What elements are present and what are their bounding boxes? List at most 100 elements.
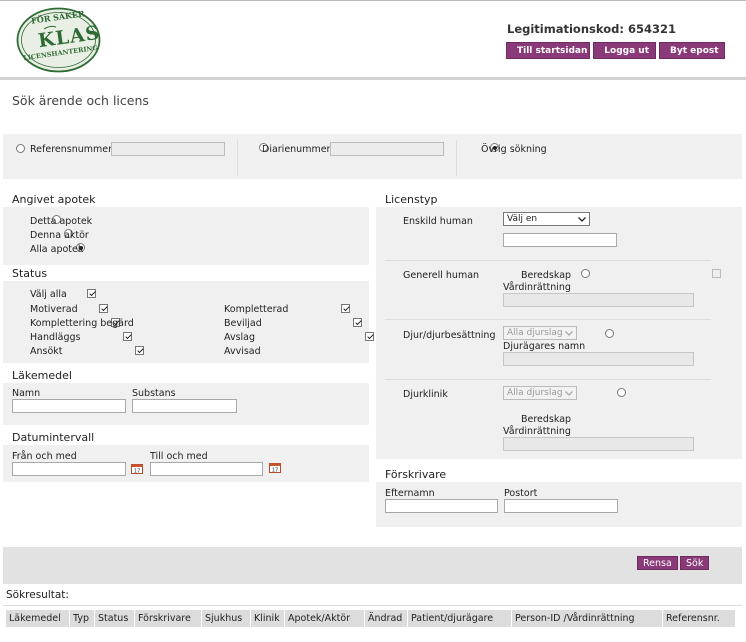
beredskap-label: Beredskap xyxy=(521,270,572,281)
divider xyxy=(237,140,238,176)
status-label: Beviljad xyxy=(224,318,262,329)
column-header[interactable]: Läkemedel xyxy=(6,610,70,627)
namn-input[interactable] xyxy=(12,399,126,413)
namn-label: Namn xyxy=(12,388,41,399)
apotek-section-title: Angivet apotek xyxy=(12,193,96,206)
beredskap-label: Beredskap xyxy=(521,414,572,425)
status-label: Ansökt xyxy=(30,346,63,357)
home-button-label: Till startsidan xyxy=(517,45,588,56)
svg-text:17: 17 xyxy=(134,469,140,475)
vardinrattning-input-djurklinik[interactable] xyxy=(503,437,694,451)
column-header[interactable]: Klinik xyxy=(251,610,285,627)
search-type-panel xyxy=(3,134,742,179)
to-date-label: Till och med xyxy=(150,451,208,462)
column-header[interactable]: Patient/djurägare xyxy=(408,610,512,627)
column-header[interactable]: Sjukhus xyxy=(202,610,251,627)
page-title: Sök ärende och licens xyxy=(12,93,149,108)
diarienummer-label: Diarienummer xyxy=(262,144,331,155)
checkbox-handlaggs[interactable] xyxy=(123,332,133,341)
sok-button[interactable]: Sök xyxy=(680,556,710,570)
enskild-select-value: Välj en xyxy=(507,214,538,224)
radio-djurklinik[interactable] xyxy=(616,388,626,397)
chevron-down-icon xyxy=(565,390,573,396)
divider xyxy=(3,605,742,606)
home-button[interactable]: Till startsidan xyxy=(506,42,590,59)
column-header[interactable]: Apotek/Aktör xyxy=(285,610,365,627)
status-section-title: Status xyxy=(12,267,48,280)
column-header[interactable]: Status xyxy=(95,610,135,627)
svg-text:17: 17 xyxy=(272,468,278,474)
djurslag-select[interactable]: Alla djurslag xyxy=(503,326,577,340)
djuragares-namn-input[interactable] xyxy=(503,352,694,366)
from-date-input[interactable] xyxy=(12,462,126,476)
enskild-text-input[interactable] xyxy=(503,233,617,247)
enskild-human-label: Enskild human xyxy=(403,216,473,227)
vardinrattning-label: Vårdinrättning xyxy=(503,282,571,293)
chevron-down-icon xyxy=(578,216,586,222)
legitimation-code: Legitimationskod: 654321 xyxy=(507,22,676,36)
checkbox-beviljad[interactable] xyxy=(353,318,363,327)
denna-aktor-label: Denna aktör xyxy=(30,230,89,241)
status-label: Avvisad xyxy=(224,346,261,357)
djur-label: Djur/djurbesättning xyxy=(403,330,496,341)
status-label: Komplettering begärd xyxy=(30,318,134,329)
column-header[interactable]: Referensnr. xyxy=(663,610,736,627)
radio-djur-djurbesattning[interactable] xyxy=(604,329,614,338)
efternamn-label: Efternamn xyxy=(385,488,435,499)
status-label: Motiverad xyxy=(30,304,78,315)
checkbox-motiverad[interactable] xyxy=(99,304,109,313)
djurslag-select-value: Alla djurslag xyxy=(507,328,563,338)
vardinrattning-label: Vårdinrättning xyxy=(503,426,571,437)
calendar-icon[interactable]: 17 xyxy=(131,463,143,474)
divider xyxy=(385,379,711,380)
djurklinik-djurslag-select[interactable]: Alla djurslag xyxy=(503,386,577,400)
rensa-button[interactable]: Rensa xyxy=(637,556,678,570)
header-separator xyxy=(0,77,746,80)
logout-button[interactable]: Logga ut xyxy=(593,42,656,59)
efternamn-input[interactable] xyxy=(385,499,498,513)
generell-human-label: Generell human xyxy=(403,270,480,281)
column-header[interactable]: Typ xyxy=(70,610,95,627)
checkbox-avslag[interactable] xyxy=(365,332,375,341)
licenstyp-section-title: Licenstyp xyxy=(385,193,438,206)
postort-input[interactable] xyxy=(504,499,618,513)
status-label: Kompletterad xyxy=(224,304,289,315)
lakemedel-section-title: Läkemedel xyxy=(12,369,72,382)
radio-generell-human[interactable] xyxy=(580,269,590,278)
detta-apotek-label: Detta apotek xyxy=(30,216,93,227)
checkbox-valj-alla[interactable] xyxy=(87,289,97,298)
legit-label: Legitimationskod: xyxy=(507,22,624,36)
column-header[interactable]: Förskrivare xyxy=(135,610,202,627)
checkbox-ansokt[interactable] xyxy=(135,346,145,355)
from-date-label: Från och med xyxy=(12,451,77,462)
status-label: Handläggs xyxy=(30,332,81,343)
top-border xyxy=(0,0,746,1)
calendar-icon[interactable]: 17 xyxy=(269,462,281,473)
klas-logo[interactable]: FÖR SÄKER KLAS LICENSHANTERING xyxy=(16,7,102,73)
alla-apotek-label: Alla apotek xyxy=(30,244,84,255)
datum-section-title: Datumintervall xyxy=(12,431,95,444)
change-email-button[interactable]: Byt epost xyxy=(659,42,725,59)
change-email-button-label: Byt epost xyxy=(670,45,719,56)
legit-code-value: 654321 xyxy=(627,22,676,36)
referensnummer-label: Referensnummer xyxy=(30,144,113,155)
vardinrattning-input-generell[interactable] xyxy=(503,293,694,307)
enskild-type-select[interactable]: Välj en xyxy=(503,212,590,226)
substans-input[interactable] xyxy=(132,399,237,413)
radio-referensnummer[interactable] xyxy=(16,144,25,153)
checkbox-beredskap-generell[interactable] xyxy=(711,269,721,278)
divider xyxy=(456,140,457,176)
to-date-input[interactable] xyxy=(150,462,263,476)
substans-label: Substans xyxy=(132,388,176,399)
column-header[interactable]: Ändrad xyxy=(365,610,408,627)
valj-alla-label: Välj alla xyxy=(30,289,67,300)
divider xyxy=(385,319,711,320)
diarienummer-input[interactable] xyxy=(330,142,444,156)
referensnummer-input[interactable] xyxy=(111,142,225,156)
checkbox-kompletterad[interactable] xyxy=(341,304,351,313)
djuragares-namn-label: Djurägares namn xyxy=(503,341,586,352)
djurklinik-select-value: Alla djurslag xyxy=(507,388,563,398)
results-title: Sökresultat: xyxy=(6,589,69,601)
postort-label: Postort xyxy=(504,488,538,499)
column-header[interactable]: Person-ID /Vårdinrättning xyxy=(512,610,663,627)
